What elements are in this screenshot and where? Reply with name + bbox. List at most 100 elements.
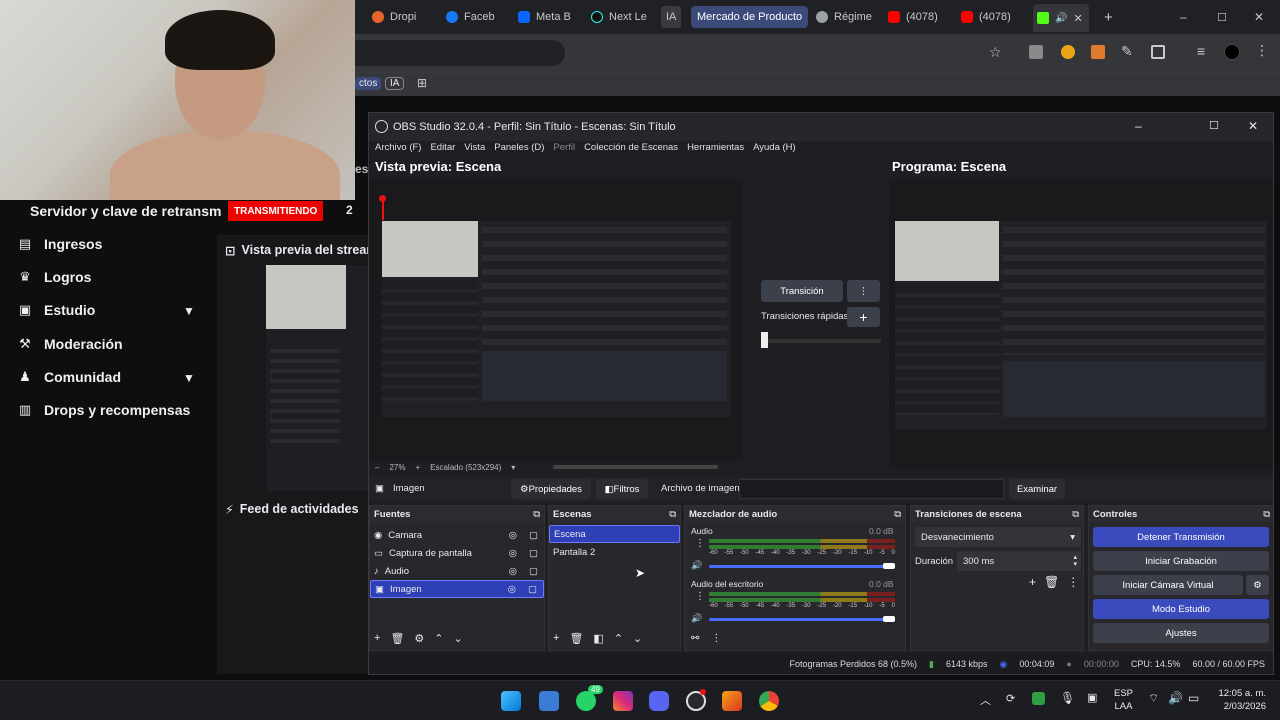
wifi-icon[interactable]: ⌔ xyxy=(1148,691,1159,706)
undock-icon[interactable]: ⧉ xyxy=(1072,509,1079,520)
chevron-down-icon[interactable]: ▾ xyxy=(511,463,515,472)
tab-regime[interactable]: Régime xyxy=(816,6,876,28)
eye-icon[interactable]: ◎ xyxy=(509,530,517,541)
whatsapp-icon[interactable] xyxy=(576,691,596,711)
tbar-slider[interactable] xyxy=(761,339,881,343)
close-button[interactable]: ✕ xyxy=(1248,119,1258,133)
trash-icon[interactable]: 🗑 xyxy=(390,632,404,645)
extension-icon[interactable] xyxy=(1091,45,1105,59)
tab-youtube-1[interactable]: (4078) xyxy=(888,6,950,28)
lock-icon[interactable]: ▢ xyxy=(529,530,538,541)
kebab-menu-icon[interactable]: ⋮ xyxy=(695,538,705,549)
trash-icon[interactable]: 🗑 xyxy=(569,632,583,645)
volume-slider-knob[interactable] xyxy=(883,616,895,622)
lock-icon[interactable]: ▢ xyxy=(529,548,538,559)
address-input[interactable] xyxy=(355,40,565,66)
transition-select[interactable]: Desvanecimiento ▾ xyxy=(915,527,1081,547)
language-indicator[interactable]: ESP LAA xyxy=(1114,687,1133,713)
source-item-audio[interactable]: ♪ Audio ◎ ▢ xyxy=(370,562,544,580)
transition-menu-button[interactable]: ⋮ xyxy=(847,280,880,302)
start-recording-button[interactable]: Iniciar Grabación xyxy=(1093,551,1269,571)
source-item-imagen[interactable]: ▣ Imagen ◎ ▢ xyxy=(370,580,544,598)
volume-slider[interactable] xyxy=(709,565,895,568)
scale-mode[interactable]: Escalado (523x294) xyxy=(430,463,501,472)
avatar[interactable] xyxy=(1224,44,1240,60)
eye-icon[interactable]: ◎ xyxy=(508,584,516,595)
tab-youtube-2[interactable]: (4078) xyxy=(961,6,1023,28)
chevron-up-icon[interactable]: ︿ xyxy=(980,692,991,708)
grid-icon[interactable]: ⊞ xyxy=(417,76,427,90)
speaker-icon[interactable]: 🔊 xyxy=(691,560,702,571)
gear-icon[interactable]: ⚙ xyxy=(414,632,424,645)
eye-icon[interactable]: ◎ xyxy=(509,566,517,577)
chevron-down-icon[interactable]: ▼ xyxy=(183,371,195,385)
trash-icon[interactable]: 🗑 xyxy=(1044,575,1059,589)
security-icon[interactable] xyxy=(1032,692,1045,705)
menu-help[interactable]: Ayuda (H) xyxy=(753,142,796,158)
lock-icon[interactable]: ▢ xyxy=(528,584,537,595)
puzzle-icon[interactable] xyxy=(1151,45,1165,59)
star-icon[interactable]: ☆ xyxy=(989,44,1002,61)
microphone-icon[interactable]: 🎙 xyxy=(1060,691,1075,705)
speaker-icon[interactable]: 🔊 xyxy=(691,613,702,624)
display-icon[interactable]: ▣ xyxy=(1087,691,1097,704)
link-icon[interactable]: ⚯ xyxy=(691,633,699,644)
eyedropper-icon[interactable]: ✎ xyxy=(1121,43,1133,60)
scene-item-escena[interactable]: Escena xyxy=(549,525,680,543)
add-transition-button[interactable]: + xyxy=(1029,575,1036,589)
minimize-button[interactable]: – xyxy=(1180,6,1187,28)
stream-preview-video[interactable] xyxy=(266,265,368,491)
start-virtual-camera-button[interactable]: Iniciar Cámara Virtual xyxy=(1093,575,1243,595)
chevron-up-icon[interactable]: ⌃ xyxy=(434,632,443,645)
zoom-out-button[interactable]: – xyxy=(375,463,379,472)
volume-icon[interactable]: 🔊 xyxy=(1168,691,1183,705)
sidebar-item-comunidad[interactable]: ♟ Comunidad xyxy=(18,369,121,385)
discord-icon[interactable] xyxy=(649,691,669,711)
menu-scene-collection[interactable]: Colección de Escenas xyxy=(584,142,678,158)
chevron-down-icon[interactable]: ⌄ xyxy=(454,632,463,645)
maximize-button[interactable]: ☐ xyxy=(1209,119,1219,132)
undock-icon[interactable]: ⧉ xyxy=(894,509,901,520)
sync-icon[interactable]: ⟳ xyxy=(1006,692,1015,705)
bookmark-group[interactable]: ctos xyxy=(355,77,382,90)
eye-icon[interactable]: ◎ xyxy=(509,548,517,559)
kebab-menu-icon[interactable]: ⋮ xyxy=(711,633,721,644)
horizontal-scrollbar[interactable] xyxy=(553,465,718,469)
chevron-down-icon[interactable]: ▼ xyxy=(183,304,195,318)
virtual-camera-settings-button[interactable]: ⚙ xyxy=(1246,575,1269,595)
menu-view[interactable]: Vista xyxy=(464,142,485,158)
undock-icon[interactable]: ⧉ xyxy=(533,509,540,520)
add-source-button[interactable]: + xyxy=(374,632,380,645)
battery-icon[interactable]: ▭ xyxy=(1188,691,1199,705)
chevron-up-icon[interactable]: ⌃ xyxy=(614,632,623,645)
tab-dropi[interactable]: Dropi xyxy=(372,6,416,28)
preview-canvas[interactable] xyxy=(369,179,743,461)
kebab-menu-icon[interactable]: ⋮ xyxy=(695,591,705,602)
sidebar-item-drops[interactable]: ▥ Drops y recompensas xyxy=(18,402,190,418)
new-tab-button[interactable]: + xyxy=(1104,6,1113,28)
properties-button[interactable]: ⚙ Propiedades xyxy=(511,479,591,499)
menu-tools[interactable]: Herramientas xyxy=(687,142,744,158)
bookmark-ia[interactable]: IA xyxy=(385,77,405,90)
menu-profile[interactable]: Perfil xyxy=(553,142,575,158)
clock[interactable]: 12:05 a. m. 2/03/2026 xyxy=(1210,687,1266,713)
filters-button[interactable]: ◧ Filtros xyxy=(596,479,648,499)
kebab-menu-icon[interactable]: ⋮ xyxy=(1255,42,1269,59)
extension-icon[interactable] xyxy=(1061,45,1075,59)
studio-mode-button[interactable]: Modo Estudio xyxy=(1093,599,1269,619)
settings-button[interactable]: Ajustes xyxy=(1093,623,1269,643)
tab-facebook[interactable]: Faceb xyxy=(446,6,506,28)
source-item-camara[interactable]: ◉ Camara ◎ ▢ xyxy=(370,526,544,544)
chrome-icon[interactable] xyxy=(759,691,779,711)
sidebar-item-moderacion[interactable]: ⚒ Moderación xyxy=(18,336,122,352)
browse-button[interactable]: Examinar xyxy=(1009,479,1065,499)
transition-button[interactable]: Transición xyxy=(761,280,843,302)
resize-handle[interactable] xyxy=(379,195,386,202)
duration-input[interactable]: 300 ms ▴ ▾ xyxy=(957,551,1081,571)
close-tab-icon[interactable]: ✕ xyxy=(1073,12,1082,25)
menu-docks[interactable]: Paneles (D) xyxy=(494,142,544,158)
sidebar-item-estudio[interactable]: ▣ Estudio xyxy=(18,302,96,318)
menu-file[interactable]: Archivo (F) xyxy=(375,142,421,158)
media-icon[interactable]: ≡ xyxy=(1197,43,1205,59)
speaker-icon[interactable]: 🔊 xyxy=(1055,13,1067,24)
